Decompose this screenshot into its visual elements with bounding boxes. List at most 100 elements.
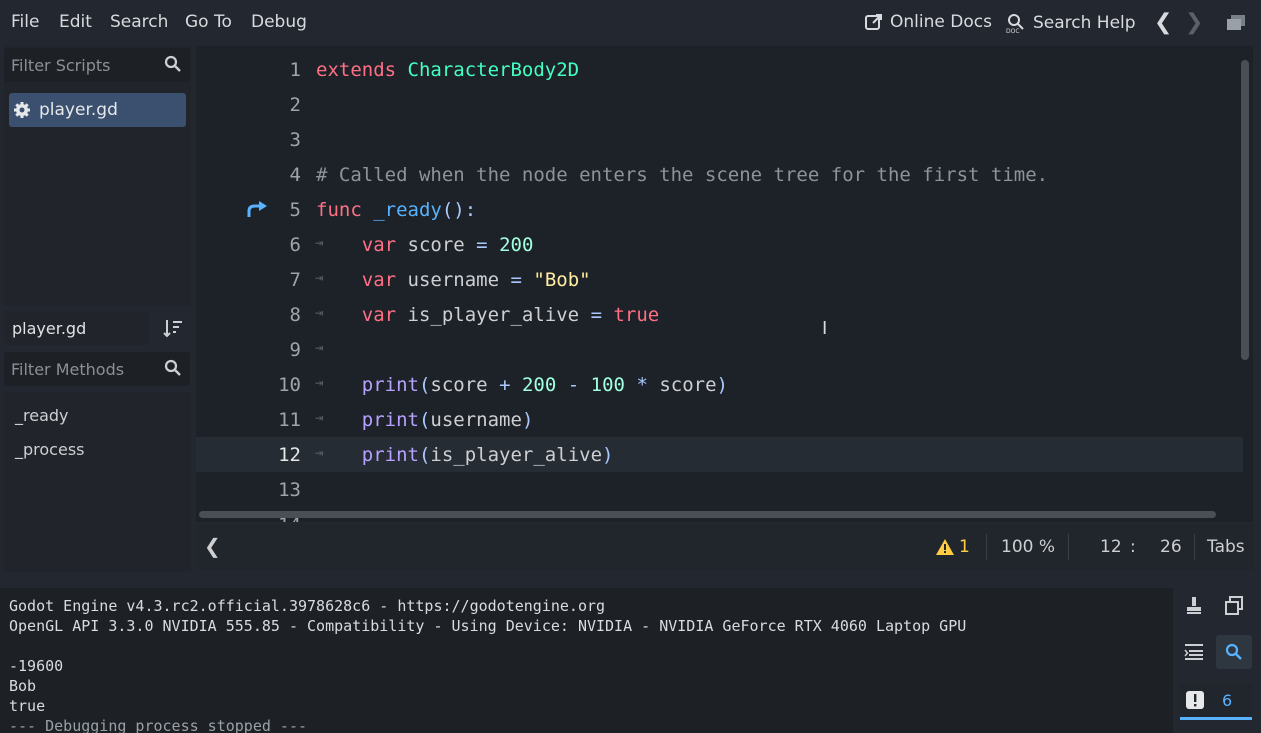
online-docs-button[interactable]: Online Docs [864, 12, 992, 32]
tab-indent-icon: ⇥ [315, 340, 324, 356]
output-line: true [9, 697, 46, 715]
line-number: 13 [278, 479, 301, 501]
float-window-icon[interactable] [1226, 14, 1246, 32]
toggle-panel-icon[interactable]: ❮ [204, 534, 221, 558]
code-line: 10 ⇥ print(score + 200 - 100 * score) [196, 367, 1243, 402]
line-text: print(is_player_alive) [361, 444, 614, 466]
copy-output-button[interactable] [1216, 589, 1252, 623]
line-number: 9 [289, 339, 301, 361]
code-line: 3 [196, 122, 1243, 157]
signal-connection-icon[interactable] [247, 201, 269, 219]
warnings-button[interactable]: 1 [936, 537, 970, 557]
online-docs-label: Online Docs [890, 12, 992, 32]
output-line: OpenGL API 3.3.0 NVIDIA 555.85 - Compati… [9, 617, 967, 635]
divider [986, 534, 987, 560]
zoom-level[interactable]: 100 % [1001, 537, 1055, 557]
line-text: extends CharacterBody2D [316, 59, 580, 81]
divider [1194, 534, 1195, 560]
method-process[interactable]: _process [15, 440, 84, 459]
sort-icon[interactable] [163, 318, 183, 338]
menu-file[interactable]: File [11, 12, 39, 32]
output-line: -19600 [9, 657, 64, 675]
line-text: print(score + 200 - 100 * score) [361, 374, 728, 396]
code-editor[interactable]: 1 extends CharacterBody2D 2 3 4 # Called… [196, 46, 1253, 522]
output-log[interactable]: Godot Engine v4.3.rc2.official.3978628c6… [0, 588, 1173, 733]
script-item-label: player.gd [39, 100, 118, 120]
search-help-button[interactable]: DOC Search Help [1005, 12, 1136, 34]
line-text: func _ready(): [316, 199, 477, 221]
clear-output-button[interactable] [1176, 589, 1212, 623]
method-ready[interactable]: _ready [15, 406, 69, 425]
search-icon [164, 55, 181, 72]
cursor-separator: : [1130, 537, 1136, 557]
line-number: 7 [289, 269, 301, 291]
warning-count: 1 [959, 537, 970, 557]
script-list-item[interactable]: player.gd [9, 93, 186, 127]
gear-icon [14, 102, 30, 118]
cursor-column: 26 [1160, 537, 1182, 557]
filter-methods-input[interactable]: Filter Methods [4, 352, 190, 386]
code-line: 6 ⇥ var score = 200 [196, 227, 1243, 262]
line-number: 1 [289, 59, 301, 81]
svg-text:DOC: DOC [1006, 28, 1020, 34]
errors-filter-button[interactable]: 6 [1180, 683, 1252, 720]
code-line: 5 func _ready(): [196, 192, 1243, 227]
menu-edit[interactable]: Edit [59, 12, 92, 32]
doc-search-icon: DOC [1006, 14, 1024, 34]
menu-bar: File Edit Search Go To Debug Online Docs… [0, 0, 1261, 46]
current-code-line: 12 ⇥ print(is_player_alive) [196, 437, 1243, 472]
menu-search[interactable]: Search [110, 12, 168, 32]
search-icon [164, 359, 181, 376]
copy-icon [1225, 596, 1243, 615]
line-number: 12 [278, 444, 301, 466]
current-script-label: player.gd [12, 319, 87, 338]
filter-scripts-input[interactable]: Filter Scripts [4, 48, 190, 82]
code-line: 4 # Called when the node enters the scen… [196, 157, 1243, 192]
vertical-scrollbar[interactable] [1241, 60, 1249, 360]
code-line: 13 [196, 472, 1243, 507]
output-line: Bob [9, 677, 37, 695]
warning-icon [936, 539, 954, 555]
code-line: 1 extends CharacterBody2D [196, 52, 1243, 87]
divider [1068, 534, 1069, 560]
code-line: 8 ⇥ var is_player_alive = true [196, 297, 1243, 332]
current-script-field: player.gd [4, 311, 149, 345]
methods-panel: _ready _process [4, 392, 191, 572]
search-icon [1225, 643, 1242, 660]
text-cursor-icon: I [822, 318, 828, 339]
code-line: 7 ⇥ var username = "Bob" [196, 262, 1243, 297]
horizontal-scrollbar[interactable] [199, 511, 1216, 518]
filter-scripts-placeholder: Filter Scripts [11, 56, 111, 75]
line-number: 5 [289, 199, 301, 221]
line-text: print(username) [361, 409, 534, 431]
output-search-button[interactable] [1216, 635, 1252, 669]
broom-icon [1187, 597, 1201, 614]
filter-methods-placeholder: Filter Methods [11, 360, 125, 379]
line-number: 3 [289, 129, 301, 151]
line-text: # Called when the node enters the scene … [316, 164, 1049, 186]
line-text: var score = 200 [361, 234, 534, 256]
code-line: 11 ⇥ print(username) [196, 402, 1243, 437]
search-help-label: Search Help [1033, 13, 1136, 33]
code-line: 2 [196, 87, 1243, 122]
output-line: --- Debugging process stopped --- [9, 717, 308, 733]
collapse-icon [1184, 644, 1203, 660]
line-text: var is_player_alive = true [361, 304, 660, 326]
menu-goto[interactable]: Go To [185, 12, 232, 32]
history-forward-icon[interactable]: ❯ [1185, 10, 1203, 35]
cursor-line: 12 [1100, 537, 1122, 557]
line-text: var username = "Bob" [361, 269, 591, 291]
editor-status-bar: ❮ 1 100 % 12 : 26 Tabs [196, 524, 1253, 570]
line-number: 11 [278, 409, 301, 431]
history-back-icon[interactable]: ❮ [1154, 10, 1172, 35]
line-number: 6 [289, 234, 301, 256]
error-icon [1186, 691, 1204, 709]
collapse-duplicates-button[interactable] [1176, 635, 1212, 669]
external-link-icon [865, 14, 882, 30]
line-number: 4 [289, 164, 301, 186]
code-line: 9 ⇥ [196, 332, 1243, 367]
scripts-panel [4, 46, 191, 306]
indent-mode[interactable]: Tabs [1207, 537, 1245, 557]
menu-debug[interactable]: Debug [251, 12, 307, 32]
error-count: 6 [1222, 690, 1233, 710]
